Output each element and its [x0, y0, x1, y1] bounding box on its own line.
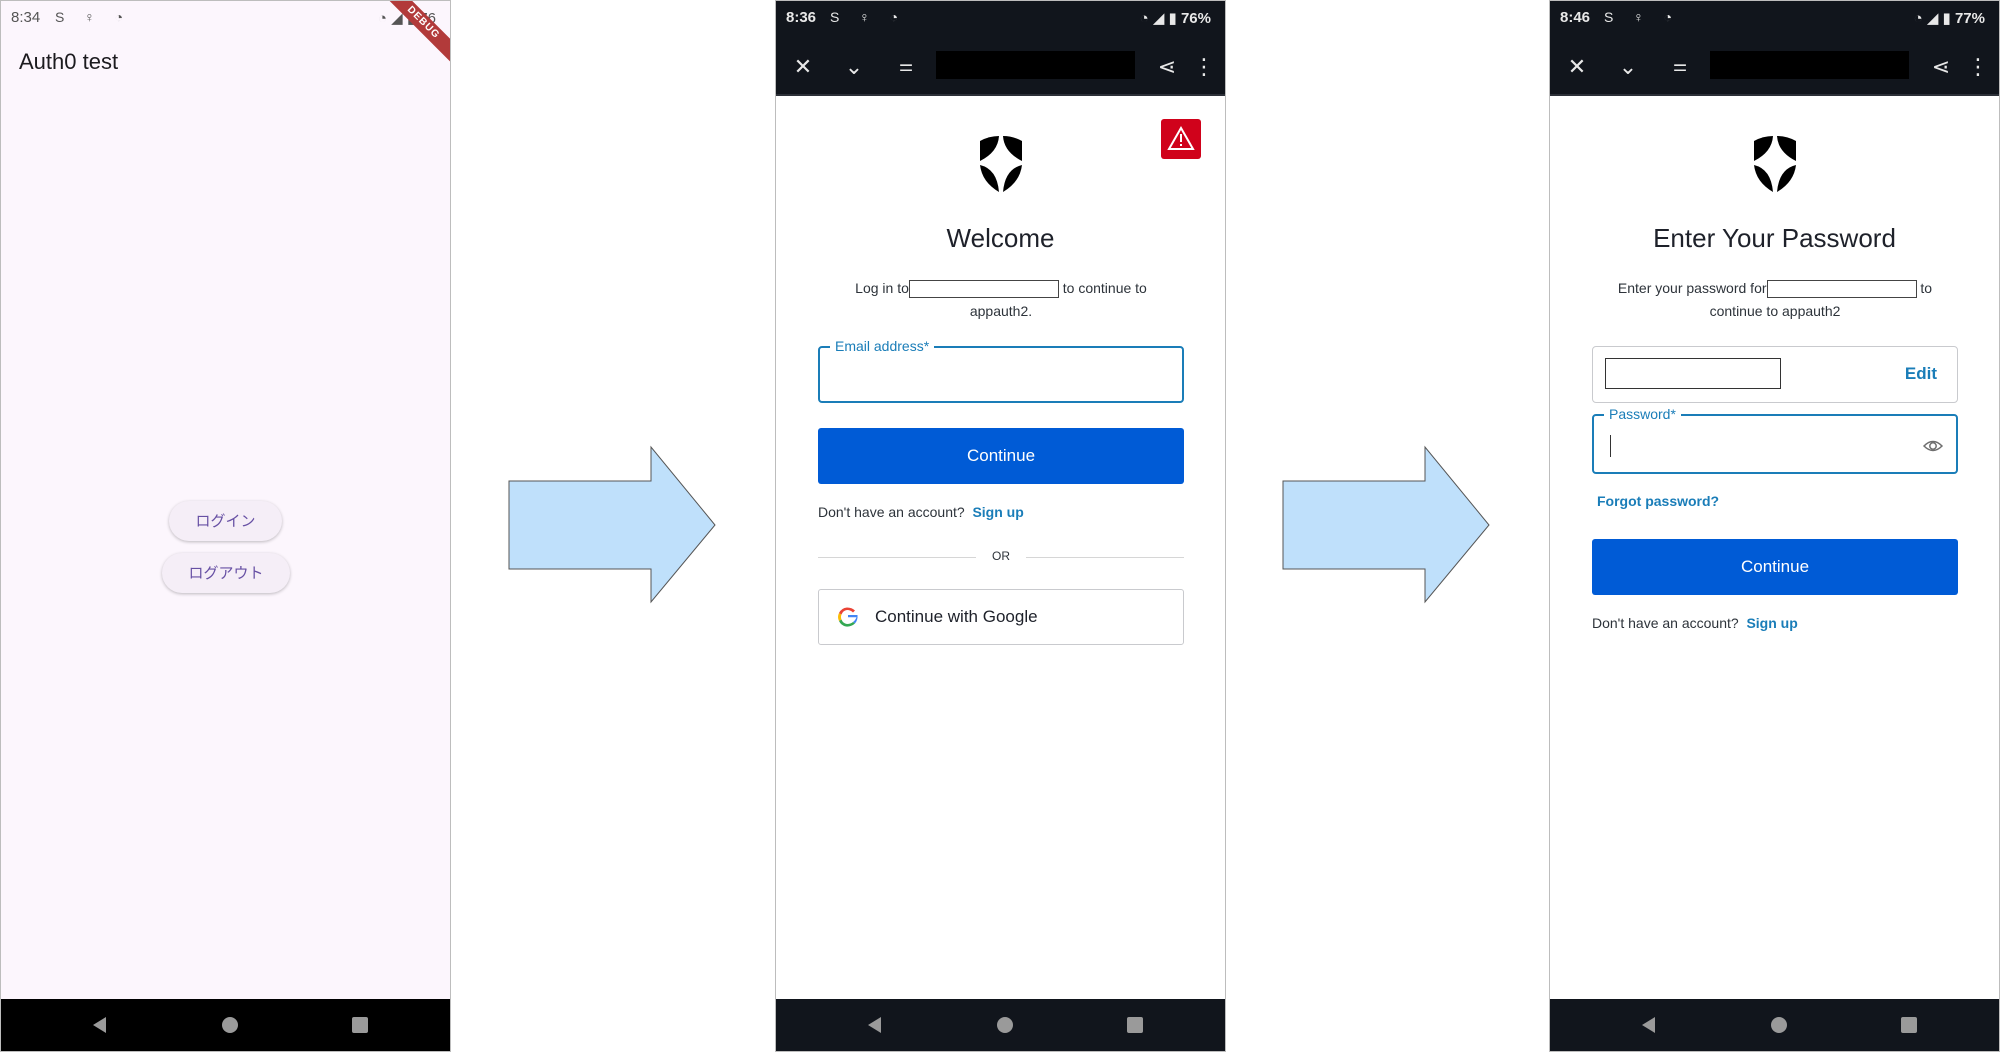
notification-icons: S ♀ ◔ [1604, 9, 1681, 25]
email-field[interactable]: Email address* [818, 338, 1184, 403]
no-account-text: Don't have an account? [1592, 615, 1739, 631]
close-icon[interactable]: ✕ [1562, 53, 1592, 81]
notification-icons: S ♀ ◔ [55, 9, 132, 25]
logout-button[interactable]: ログアウト [162, 553, 290, 593]
warning-icon [1167, 125, 1195, 150]
status-time: 8:46 [1560, 9, 1591, 26]
page-title: Enter Your Password [1653, 223, 1896, 253]
email-value-redacted [1605, 358, 1781, 389]
back-icon[interactable] [93, 1017, 106, 1033]
wifi-icon: ◔ [1139, 10, 1149, 27]
more-vert-icon[interactable]: ⋮ [1963, 53, 1993, 81]
status-time: 8:34 [11, 9, 41, 26]
close-icon[interactable]: ✕ [788, 53, 818, 81]
more-vert-icon[interactable]: ⋮ [1189, 53, 1219, 81]
browser-toolbar: ✕ ⌄ ⚌ ⋖ ⋮ [776, 41, 1225, 96]
google-icon [838, 607, 858, 627]
password-screen: 8:46 S ♀ ◔ ◔ ◢ ▮ 77% ✕ ⌄ ⚌ ⋖ ⋮ Enter You… [1549, 0, 2000, 1052]
subtitle-suffix: to [1920, 280, 1933, 296]
nav-bar [1550, 999, 1999, 1051]
shield-logo-icon [980, 136, 1022, 192]
google-login-button[interactable]: Continue with Google [818, 589, 1184, 645]
subtitle-app: continue to appauth2 [1709, 303, 1841, 319]
continue-button[interactable]: Continue [1592, 539, 1958, 595]
signup-prompt: Don't have an account? Sign up [1592, 615, 1798, 631]
system-icons: ◔ ◢ ▮ 76% [1140, 9, 1211, 27]
login-screen: 8:36 S ♀ ◔ ◔ ◢ ▮ 76% ✕ ⌄ ⚌ ⋖ ⋮ Welcome L… [775, 0, 1226, 1052]
subtitle-app: appauth2. [969, 303, 1033, 319]
battery-icon: ▮ [1942, 10, 1951, 27]
tune-icon[interactable]: ⚌ [1665, 53, 1695, 81]
flow-arrow-1 [508, 445, 716, 604]
home-icon[interactable] [1771, 1017, 1787, 1033]
chevron-down-icon[interactable]: ⌄ [839, 53, 869, 81]
wifi-icon: ◔ [1913, 10, 1923, 27]
nav-bar [1, 999, 450, 1051]
arrow-shape [508, 445, 716, 604]
password-field[interactable]: Password* [1592, 406, 1958, 474]
flow-arrow-2 [1282, 445, 1490, 604]
signal-icon: ◢ [1926, 10, 1939, 27]
text-cursor [1610, 435, 1611, 457]
battery-icon: ▮ [1168, 10, 1177, 27]
page-title: Welcome [946, 223, 1055, 253]
login-button[interactable]: ログイン [169, 501, 282, 541]
battery-level: 77% [1954, 10, 1985, 27]
chevron-down-icon[interactable]: ⌄ [1613, 53, 1643, 81]
wifi-icon: ◔ [377, 10, 387, 27]
arrow-shape [1282, 445, 1490, 604]
back-icon[interactable] [868, 1017, 881, 1033]
recents-icon[interactable] [1127, 1017, 1143, 1033]
status-bar: 8:46 S ♀ ◔ ◔ ◢ ▮ 77% [1550, 1, 1999, 41]
status-time: 8:36 [786, 9, 817, 26]
app-title: Auth0 test [19, 49, 119, 74]
subtitle-suffix: to continue to [1062, 280, 1147, 296]
system-icons: ◔ ◢ ▮ 77% [1914, 9, 1985, 27]
edit-email-button[interactable]: Edit [1905, 364, 1937, 384]
continue-button[interactable]: Continue [818, 428, 1184, 484]
status-bar: 8:36 S ♀ ◔ ◔ ◢ ▮ 76% [776, 1, 1225, 41]
password-label: Password* [1604, 406, 1681, 422]
notification-icons: S ♀ ◔ [830, 9, 907, 25]
forgot-password-row: Forgot password? [1597, 493, 1719, 509]
show-password-icon[interactable] [1922, 435, 1944, 457]
signup-prompt: Don't have an account? Sign up [818, 504, 1024, 520]
or-divider: OR [818, 549, 1184, 565]
status-bar: 8:34 S ♀ ◔ ◔ ◢ ▮ 76 [1, 1, 450, 41]
back-icon[interactable] [1642, 1017, 1655, 1033]
url-bar-redacted[interactable] [1710, 51, 1909, 79]
divider-line [1026, 557, 1184, 558]
share-icon[interactable]: ⋖ [1152, 53, 1182, 81]
battery-level: 76% [1180, 10, 1211, 27]
recents-icon[interactable] [352, 1017, 368, 1033]
email-display: Edit [1592, 346, 1958, 403]
no-account-text: Don't have an account? [818, 504, 965, 520]
share-icon[interactable]: ⋖ [1926, 53, 1956, 81]
signup-link[interactable]: Sign up [1746, 615, 1797, 631]
forgot-password-link[interactable]: Forgot password? [1597, 493, 1719, 509]
url-bar-redacted[interactable] [936, 51, 1135, 79]
app-screen: 8:34 S ♀ ◔ ◔ ◢ ▮ 76 DEBUG Auth0 test ログイ… [0, 0, 451, 1052]
email-redacted [1766, 280, 1917, 299]
browser-toolbar: ✕ ⌄ ⚌ ⋖ ⋮ [1550, 41, 1999, 96]
home-icon[interactable] [222, 1017, 238, 1033]
nav-bar [776, 999, 1225, 1051]
signup-link[interactable]: Sign up [972, 504, 1023, 520]
tune-icon[interactable]: ⚌ [891, 53, 921, 81]
recents-icon[interactable] [1901, 1017, 1917, 1033]
home-icon[interactable] [997, 1017, 1013, 1033]
google-label: Continue with Google [875, 607, 1038, 626]
shield-logo-icon [1754, 136, 1796, 192]
subtitle-prefix: Enter your password for [1617, 280, 1767, 296]
email-label: Email address* [830, 338, 935, 354]
password-subtitle: Enter your password for to continue to a… [1580, 277, 1970, 323]
signal-icon: ◢ [1152, 10, 1165, 27]
tenant-name-redacted [908, 280, 1059, 299]
or-label: OR [992, 549, 1010, 563]
warning-badge[interactable] [1161, 119, 1201, 159]
login-subtitle: Log in to to continue to appauth2. [806, 277, 1196, 323]
subtitle-prefix: Log in to [855, 280, 909, 296]
